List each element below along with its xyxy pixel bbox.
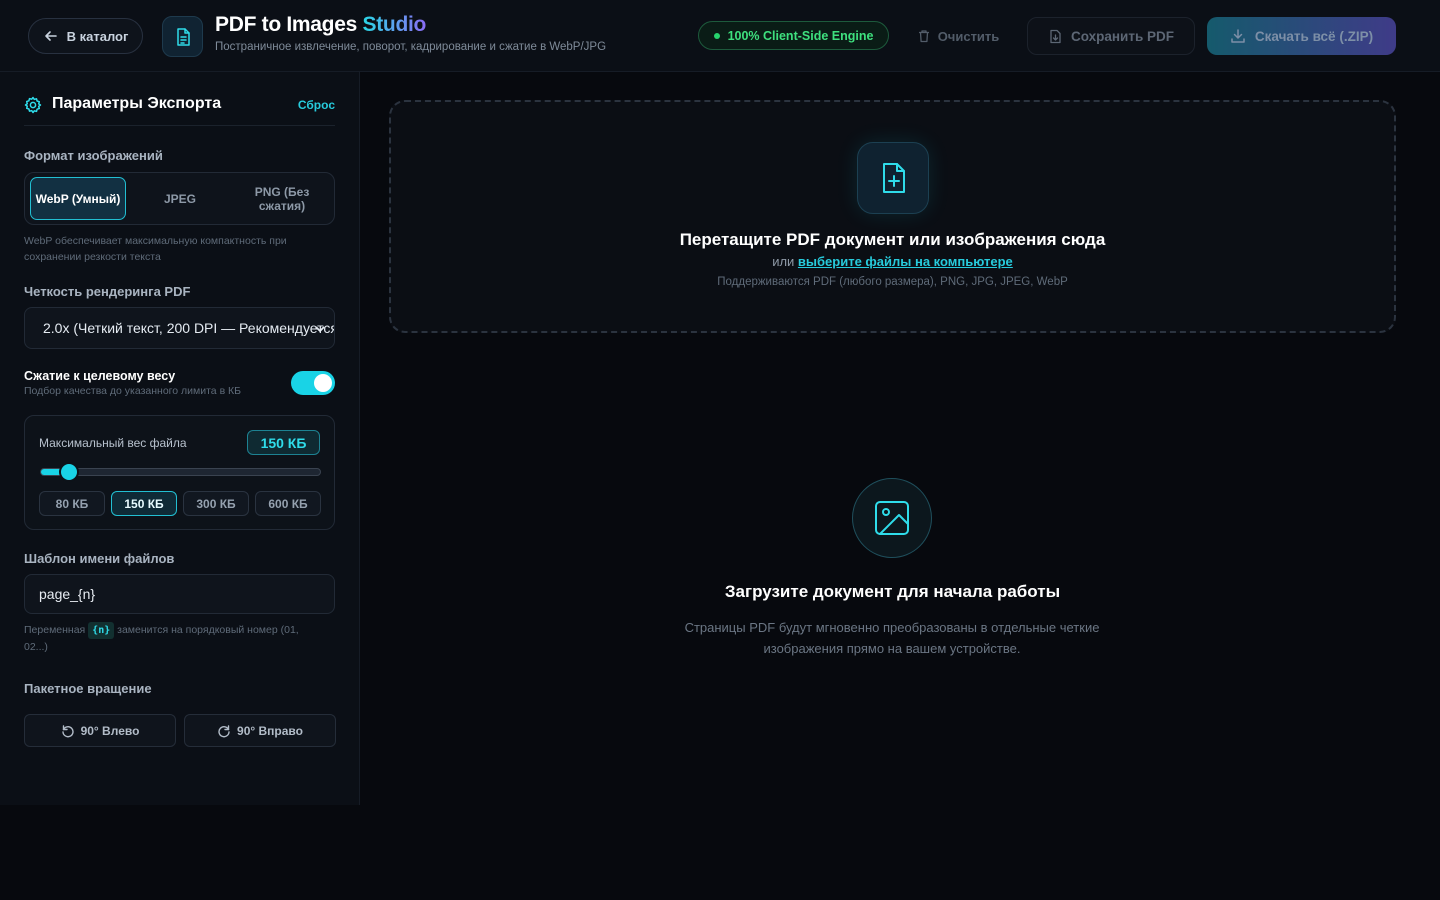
engine-badge-label: 100% Client-Side Engine [727, 28, 874, 43]
format-option-jpeg[interactable]: JPEG [132, 177, 228, 220]
filename-template-label: Шаблон имени файлов [24, 551, 175, 566]
back-to-catalog-button[interactable]: В каталог [28, 18, 143, 54]
preset-80kb-button[interactable]: 80 КБ [39, 491, 105, 516]
clear-button[interactable]: Очистить [908, 21, 1008, 51]
app-logo [162, 16, 203, 57]
app-title: PDF to Images Studio [215, 13, 426, 37]
preset-600kb-button[interactable]: 600 КБ [255, 491, 321, 516]
rotate-right-button[interactable]: 90° Вправо [184, 714, 336, 747]
filename-hint-prefix: Переменная [24, 624, 86, 636]
slider-thumb[interactable] [60, 464, 77, 480]
max-size-value-badge: 150 КБ [247, 430, 320, 455]
format-option-png[interactable]: PNG (Без сжатия) [234, 177, 330, 220]
app-title-accent: Studio [362, 13, 427, 36]
dropzone-title: Перетащите PDF документ или изображения … [679, 230, 1106, 249]
app-subtitle: Постраничное извлечение, поворот, кадрир… [215, 41, 607, 53]
render-quality-value: 2.0x (Четкий текст, 200 DPI — Рекомендуе… [43, 320, 335, 336]
rotate-right-label: 90° Вправо [237, 723, 303, 738]
image-icon [875, 501, 909, 535]
target-size-panel: Максимальный вес файла 150 КБ 80 КБ 150 … [24, 415, 335, 530]
toggle-knob [314, 374, 332, 392]
compression-toggle-title: Сжатие к целевому весу [24, 369, 176, 383]
reset-button[interactable]: Сброс [298, 98, 335, 112]
dropzone-select-line: или выберите файлы на компьютере [391, 254, 1394, 269]
document-icon [176, 27, 190, 46]
app-title-main: PDF to Images [215, 13, 357, 36]
select-files-link[interactable]: выберите файлы на компьютере [798, 254, 1013, 269]
save-pdf-button[interactable]: Сохранить PDF [1027, 17, 1195, 55]
app-header: В каталог PDF to Images Studio Постранич… [0, 0, 1440, 72]
filename-template-input[interactable]: page_{n} [24, 574, 335, 614]
status-dot-icon [713, 32, 720, 39]
empty-state-title: Загрузите документ для начала работы [724, 582, 1061, 601]
rotate-left-button[interactable]: 90° Влево [24, 714, 176, 747]
dropzone-icon-tile [857, 142, 929, 214]
trash-icon [918, 30, 929, 43]
batch-rotation-label: Пакетное вращение [24, 681, 152, 696]
format-label: Формат изображений [24, 148, 163, 163]
save-pdf-label: Сохранить PDF [1070, 28, 1175, 44]
download-icon [1231, 29, 1245, 43]
file-download-icon [1050, 29, 1061, 43]
sidebar-header: Параметры Экспорта Сброс [24, 94, 335, 126]
empty-state-description: Страницы PDF будут мгновенно преобразова… [684, 620, 1100, 656]
rotate-left-label: 90° Влево [80, 723, 140, 738]
compression-toggle[interactable] [291, 371, 335, 395]
dropzone-or-text: или [772, 254, 795, 269]
chevron-down-icon [315, 326, 325, 332]
preset-300kb-button[interactable]: 300 КБ [183, 491, 249, 516]
download-zip-label: Скачать всё (.ZIP) [1254, 28, 1374, 44]
preset-150kb-button[interactable]: 150 КБ [111, 491, 177, 516]
file-dropzone[interactable]: Перетащите PDF документ или изображения … [389, 100, 1396, 333]
format-hint: WebP обеспечивает максимальную компактно… [24, 235, 287, 263]
compression-toggle-subtitle: Подбор качества до указанного лимита в К… [24, 385, 242, 397]
engine-status-badge: 100% Client-Side Engine [698, 21, 889, 50]
download-zip-button[interactable]: Скачать всё (.ZIP) [1207, 17, 1396, 55]
clear-button-label: Очистить [937, 28, 1000, 44]
max-size-slider[interactable] [40, 464, 321, 480]
file-plus-icon [883, 163, 905, 193]
supported-formats-text: Поддерживаются PDF (любого размера), PNG… [717, 276, 1068, 288]
max-size-label: Максимальный вес файла [39, 436, 187, 450]
empty-state-icon [852, 478, 932, 558]
render-quality-select[interactable]: 2.0x (Четкий текст, 200 DPI — Рекомендуе… [24, 307, 335, 349]
filename-hint-variable: {n} [88, 622, 115, 639]
format-selector: WebP (Умный) JPEG PNG (Без сжатия) [24, 172, 335, 225]
filename-hint: Переменная {n} заменится на порядковый н… [24, 622, 320, 656]
render-quality-label: Четкость рендеринга PDF [24, 284, 191, 299]
back-button-label: В каталог [66, 28, 129, 44]
sidebar-title: Параметры Экспорта [52, 95, 222, 112]
filename-template-value: page_{n} [39, 586, 96, 602]
format-option-webp[interactable]: WebP (Умный) [30, 177, 126, 220]
rotate-right-icon [218, 724, 230, 737]
export-settings-sidebar: Параметры Экспорта Сброс Формат изображе… [0, 72, 360, 805]
rotate-left-icon [61, 724, 74, 737]
gear-icon [24, 96, 42, 114]
arrow-left-icon [44, 31, 57, 41]
